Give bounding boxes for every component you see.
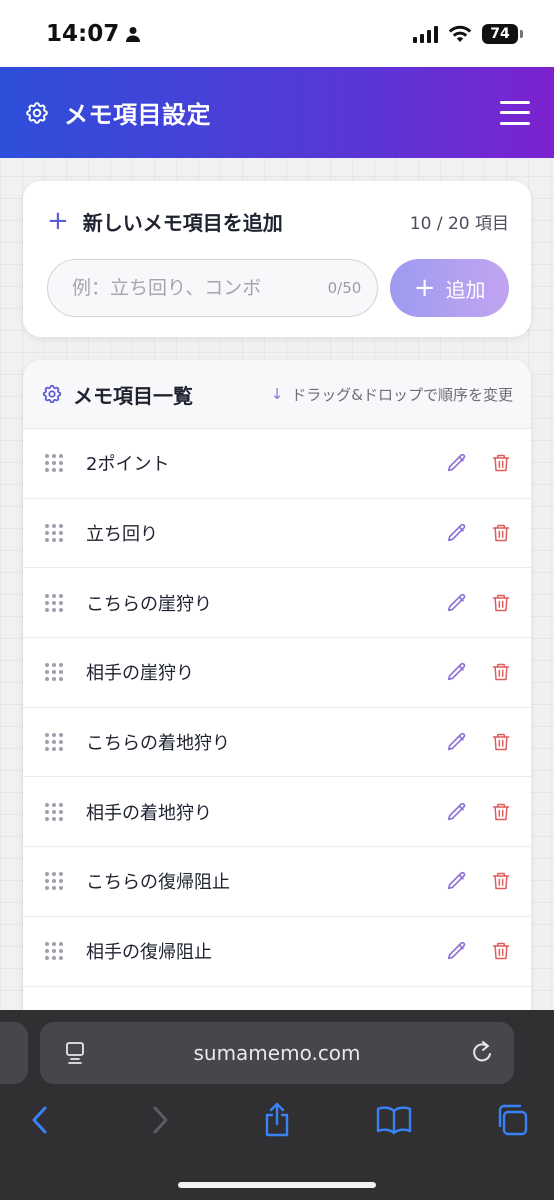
char-counter: 0/50 (327, 279, 362, 297)
drag-handle-icon[interactable] (45, 733, 63, 752)
memo-list-card: メモ項目一覧 ↓ ドラッグ&ドロップで順序を変更 2ポイント立ち回りこちらの崖狩… (23, 360, 531, 1060)
page-title: メモ項目設定 (64, 101, 211, 129)
drag-handle-icon[interactable] (45, 454, 63, 473)
memo-item-label: こちらの着地狩り (86, 733, 230, 755)
memo-list-item[interactable]: こちらの復帰阻止 (23, 847, 531, 917)
cellular-signal-icon (413, 25, 438, 43)
trash-icon[interactable] (489, 800, 513, 824)
arrow-down-icon: ↓ (270, 385, 284, 403)
memo-list-item[interactable]: 立ち回り (23, 499, 531, 569)
browser-toolbar: sumamemo.com (0, 1010, 554, 1200)
trash-icon[interactable] (489, 939, 513, 963)
add-memo-title: 新しいメモ項目を追加 (82, 210, 283, 235)
memo-item-label: 相手の復帰阻止 (86, 942, 212, 964)
memo-item-label: 立ち回り (86, 524, 158, 546)
memo-item-label: 相手の着地狩り (86, 802, 212, 824)
memo-list-header: メモ項目一覧 ↓ ドラッグ&ドロップで順序を変更 (23, 360, 531, 429)
edit-icon[interactable] (445, 660, 469, 684)
trash-icon[interactable] (489, 869, 513, 893)
tabs-icon[interactable] (492, 1100, 532, 1140)
drag-handle-icon[interactable] (45, 524, 63, 543)
forward-icon[interactable] (140, 1100, 180, 1140)
add-button-label: 追加 (445, 277, 486, 302)
trash-icon[interactable] (489, 730, 513, 754)
battery-icon: 74 (482, 23, 523, 44)
memo-list: 2ポイント立ち回りこちらの崖狩り 相手の崖狩りこちらの着地狩り 相手の着地狩り こちら… (23, 429, 531, 987)
add-memo-card: + 新しいメモ項目を追加 10 / 20 項目 0/50 + 追加 (23, 181, 531, 337)
gear-icon (26, 101, 48, 124)
back-icon[interactable] (20, 1100, 60, 1140)
previous-tab-preview[interactable] (0, 1022, 28, 1084)
drag-handle-icon[interactable] (45, 872, 63, 891)
status-time: 14:07 (46, 20, 120, 47)
edit-icon[interactable] (445, 730, 469, 754)
reload-icon[interactable] (470, 1040, 494, 1066)
trash-icon[interactable] (489, 591, 513, 615)
gear-icon (42, 384, 62, 404)
status-indicators: 74 (413, 23, 523, 44)
add-memo-row: 0/50 + 追加 (47, 259, 509, 317)
item-count: 10 / 20 項目 (409, 213, 509, 234)
drag-handle-icon[interactable] (45, 802, 63, 821)
memo-item-label: 2ポイント (86, 454, 170, 476)
memo-item-label: こちらの復帰阻止 (86, 872, 230, 894)
memo-list-item[interactable]: こちらの着地狩り (23, 708, 531, 778)
plus-icon: + (413, 273, 436, 303)
page-menu-icon[interactable] (64, 1041, 86, 1065)
add-button[interactable]: + 追加 (390, 259, 509, 317)
edit-icon[interactable] (445, 521, 469, 545)
memo-list-item[interactable]: 相手の崖狩り (23, 638, 531, 708)
edit-icon[interactable] (445, 869, 469, 893)
hamburger-menu-icon[interactable] (500, 100, 530, 125)
browser-nav (0, 1100, 554, 1160)
memo-item-label: 相手の崖狩り (86, 663, 194, 685)
edit-icon[interactable] (445, 939, 469, 963)
memo-input-wrapper: 0/50 (47, 259, 379, 317)
person-icon (126, 26, 141, 42)
drag-handle-icon[interactable] (45, 663, 63, 682)
url-text: sumamemo.com (193, 1041, 361, 1065)
memo-list-item[interactable]: 2ポイント (23, 429, 531, 499)
memo-list-item[interactable]: 相手の復帰阻止 (23, 917, 531, 987)
share-icon[interactable] (257, 1100, 297, 1140)
trash-icon[interactable] (489, 451, 513, 475)
trash-icon[interactable] (489, 521, 513, 545)
memo-item-label: こちらの崖狩り (86, 593, 212, 615)
edit-icon[interactable] (445, 800, 469, 824)
drag-handle-icon[interactable] (45, 942, 63, 961)
home-indicator (178, 1182, 376, 1188)
trash-icon[interactable] (489, 660, 513, 684)
edit-icon[interactable] (445, 591, 469, 615)
memo-list-title: メモ項目一覧 (73, 383, 193, 408)
status-time-group: 14:07 (46, 21, 141, 47)
add-memo-header: + 新しいメモ項目を追加 10 / 20 項目 (47, 203, 509, 239)
edit-icon[interactable] (445, 451, 469, 475)
memo-input[interactable] (72, 277, 320, 299)
app-header: メモ項目設定 (0, 67, 554, 158)
reorder-hint-text: ドラッグ&ドロップで順序を変更 (291, 385, 513, 404)
drag-handle-icon[interactable] (45, 593, 63, 612)
status-bar: 14:07 74 (0, 0, 554, 67)
memo-list-item[interactable]: こちらの崖狩り (23, 568, 531, 639)
wifi-icon (448, 25, 472, 42)
bookmarks-icon[interactable] (374, 1100, 414, 1140)
address-bar[interactable]: sumamemo.com (40, 1022, 514, 1084)
reorder-hint: ↓ ドラッグ&ドロップで順序を変更 (271, 384, 513, 405)
plus-icon: + (47, 206, 69, 236)
memo-list-item[interactable]: 相手の着地狩り (23, 777, 531, 848)
